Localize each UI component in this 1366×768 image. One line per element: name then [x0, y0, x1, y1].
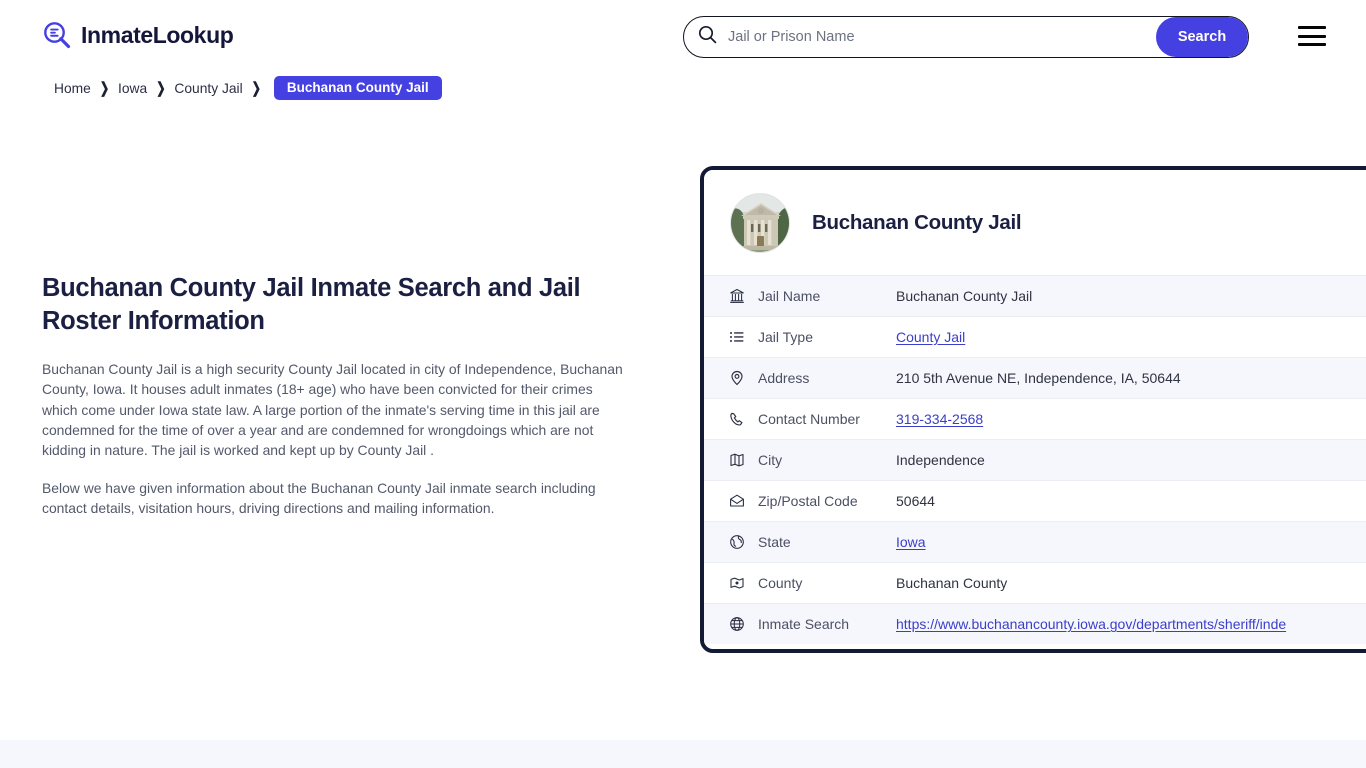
table-row: Inmate Search https://www.buchanancounty…: [704, 603, 1366, 644]
globe-grid-icon: [726, 534, 748, 550]
table-row: Contact Number 319-334-2568: [704, 398, 1366, 439]
row-value: 319-334-2568: [896, 411, 983, 427]
footer-band: [0, 740, 1366, 768]
search-input[interactable]: [717, 17, 1157, 57]
card-title: Buchanan County Jail: [812, 210, 1022, 234]
phone-icon: [726, 411, 748, 427]
hamburger-line: [1298, 34, 1326, 38]
row-value: County Jail: [896, 329, 965, 345]
state-link[interactable]: Iowa: [896, 534, 926, 550]
row-value: Buchanan County Jail: [896, 288, 1033, 304]
breadcrumb-separator-icon: ❯: [99, 80, 110, 97]
row-label: Zip/Postal Code: [758, 493, 858, 509]
breadcrumb-separator-icon: ❯: [251, 80, 261, 97]
table-row: Jail Name Buchanan County Jail: [704, 275, 1366, 316]
row-value: Buchanan County: [896, 575, 1008, 591]
breadcrumb-item-iowa[interactable]: Iowa: [116, 81, 149, 96]
row-label: County: [758, 575, 803, 591]
jail-info-card: Buchanan County Jail Jail Name Buchanan …: [700, 166, 1366, 653]
card-header: Buchanan County Jail: [704, 170, 1366, 275]
brand-logo[interactable]: InmateLookup: [42, 20, 234, 50]
globe-icon: [726, 616, 748, 632]
row-value: https://www.buchanancounty.iowa.gov/depa…: [896, 616, 1286, 632]
table-row: State Iowa: [704, 521, 1366, 562]
breadcrumb-item-home[interactable]: Home: [52, 81, 93, 96]
breadcrumb-current-page[interactable]: Buchanan County Jail: [273, 76, 442, 100]
bank-icon: [726, 288, 748, 304]
row-label: State: [758, 534, 791, 550]
table-row: County Buchanan County: [704, 562, 1366, 603]
table-row: Jail Type County Jail: [704, 316, 1366, 357]
row-label: City: [758, 452, 783, 468]
brand-name: InmateLookup: [81, 21, 234, 48]
breadcrumb-separator-icon: ❯: [156, 80, 166, 97]
hamburger-menu-icon[interactable]: [1298, 26, 1326, 46]
row-label: Jail Name: [758, 288, 821, 304]
row-value: Iowa: [896, 534, 926, 550]
breadcrumb: Home ❯ Iowa ❯ County Jail ❯ Buchanan Cou…: [52, 76, 442, 100]
site-header: InmateLookup Search: [0, 0, 1366, 72]
search-bar[interactable]: Search: [683, 16, 1249, 58]
inmate-search-link[interactable]: https://www.buchanancounty.iowa.gov/depa…: [896, 616, 1286, 632]
breadcrumb-item-county-jail[interactable]: County Jail: [172, 81, 244, 96]
table-row: Zip/Postal Code 50644: [704, 480, 1366, 521]
main-content-column: Buchanan County Jail Inmate Search and J…: [42, 272, 642, 537]
search-button[interactable]: Search: [1156, 17, 1248, 57]
row-value: 210 5th Avenue NE, Independence, IA, 506…: [896, 370, 1181, 386]
magnifier-list-icon: [42, 20, 72, 50]
jail-type-link[interactable]: County Jail: [896, 329, 965, 345]
search-icon: [698, 25, 717, 49]
page-title: Buchanan County Jail Inmate Search and J…: [42, 274, 581, 335]
row-label: Address: [758, 370, 810, 386]
row-label: Jail Type: [758, 329, 813, 345]
hamburger-line: [1298, 43, 1326, 46]
list-icon: [726, 329, 748, 345]
map-pin-icon: [726, 370, 748, 386]
row-value: 50644: [896, 493, 935, 509]
table-row: Address 210 5th Avenue NE, Independence,…: [704, 357, 1366, 398]
row-label: Inmate Search: [758, 616, 850, 632]
row-value: Independence: [896, 452, 985, 468]
hamburger-line: [1298, 26, 1326, 29]
intro-paragraph: Buchanan County Jail is a high security …: [42, 361, 623, 459]
county-map-icon: [726, 575, 748, 591]
courthouse-building-photo: [730, 192, 790, 253]
secondary-paragraph: Below we have given information about th…: [42, 480, 596, 517]
table-row: City Independence: [704, 439, 1366, 480]
row-label: Contact Number: [758, 411, 860, 427]
contact-number-link[interactable]: 319-334-2568: [896, 411, 983, 427]
map-icon: [726, 452, 748, 468]
envelope-icon: [726, 493, 748, 509]
